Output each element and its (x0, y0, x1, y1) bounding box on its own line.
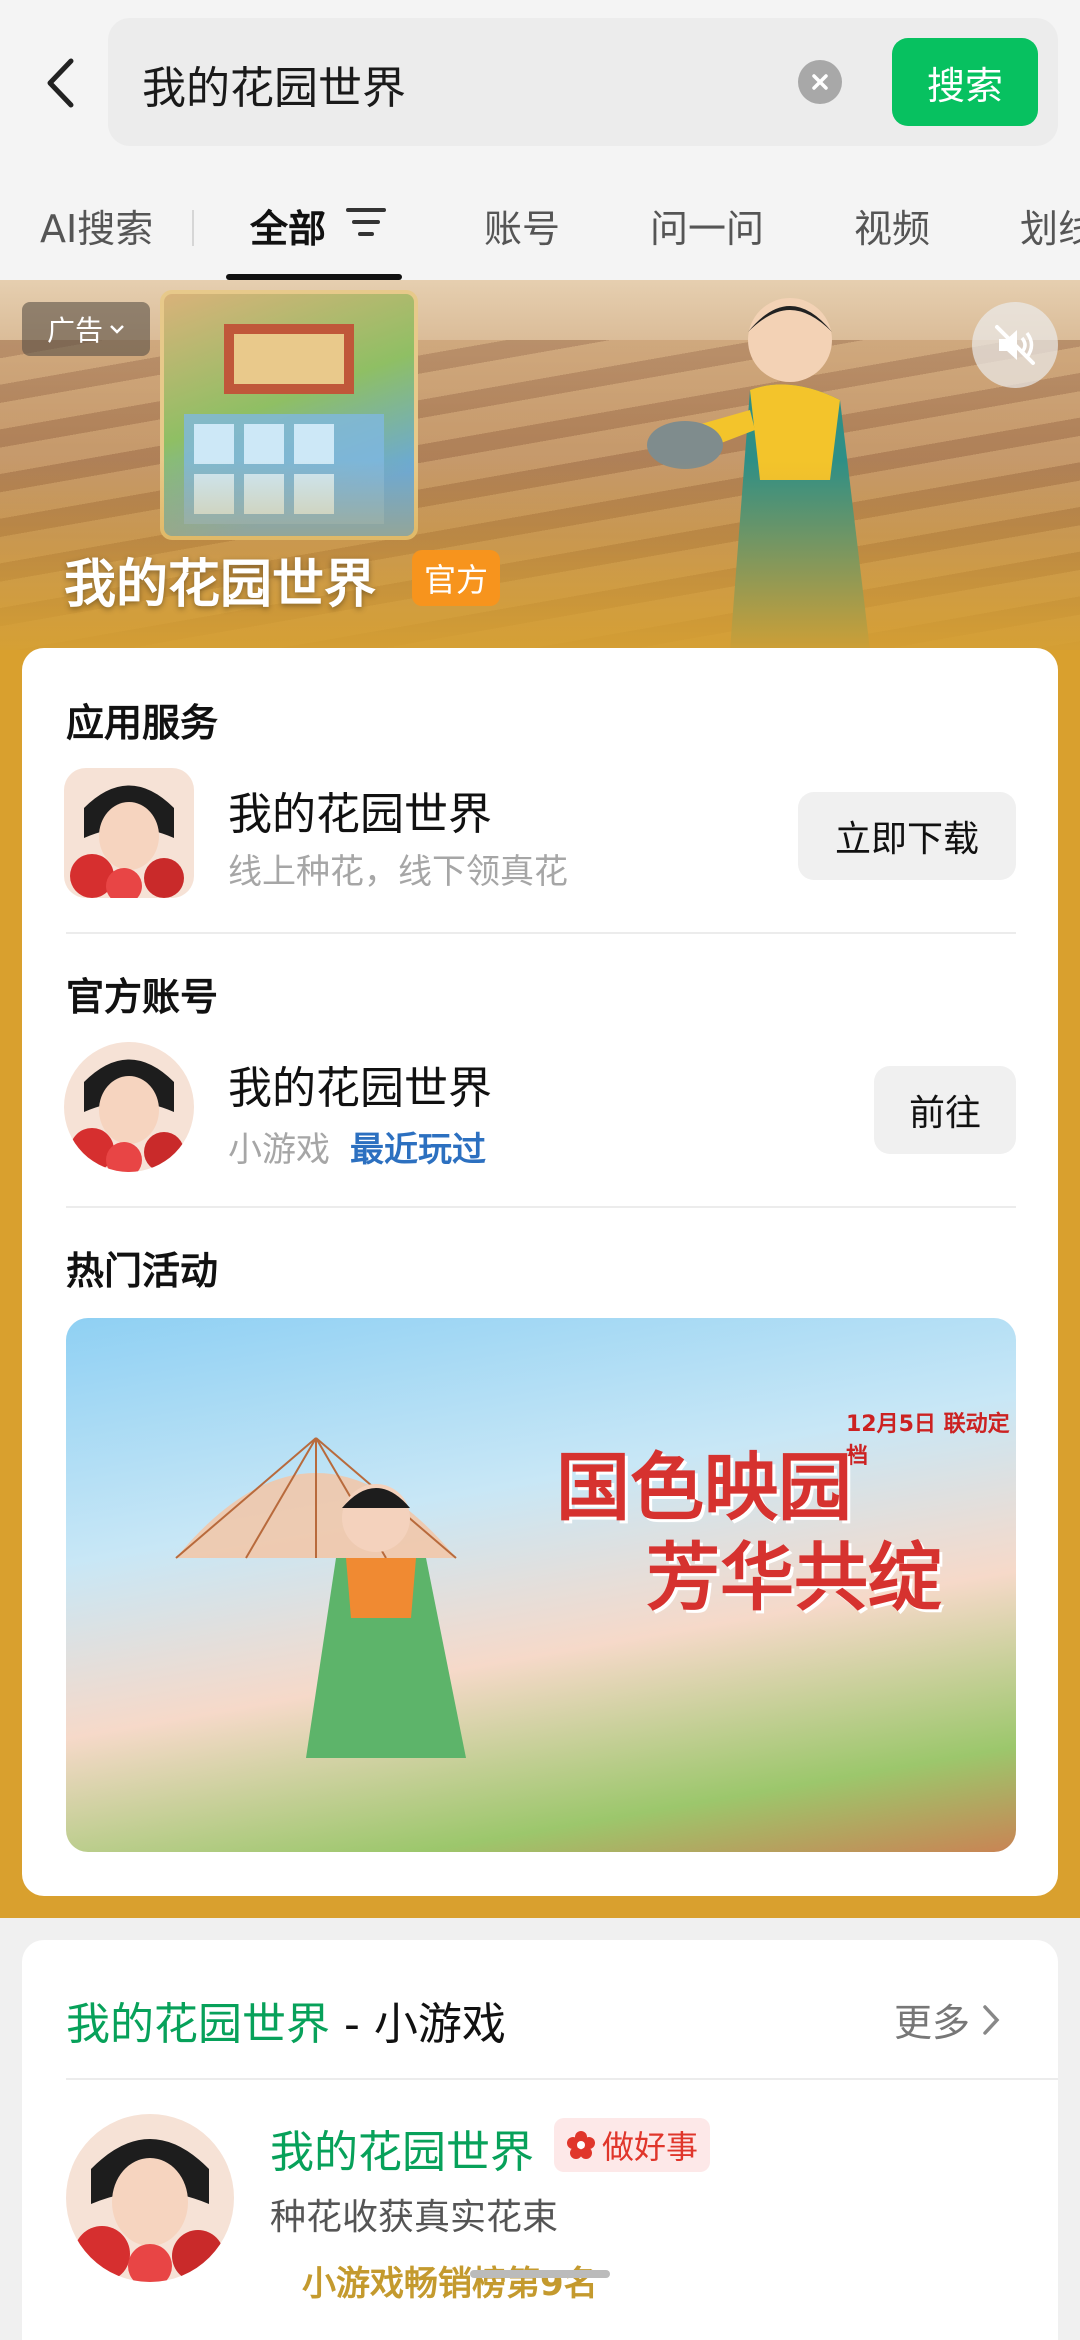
search-header: 我的花园世界 搜索 (0, 0, 1080, 160)
download-button[interactable]: 立即下载 (798, 792, 1016, 880)
tab-highlights[interactable]: 划线 (1020, 198, 1080, 253)
brand-zone-card: 应用服务 我的花园世界 线上种花，线下领真花 立即下载 官方账号 我的花园世界 … (22, 648, 1058, 1896)
tab-ai-search[interactable]: AI搜索 (40, 198, 153, 253)
mini-game-section-suffix: - 小游戏 (330, 1999, 506, 2050)
parasol-girl-image (175, 1437, 466, 1758)
go-button[interactable]: 前往 (874, 1066, 1016, 1154)
tab-accounts[interactable]: 账号 (484, 198, 560, 253)
ad-banner[interactable]: 广告 我的花园世界 官方 (0, 280, 1080, 650)
mini-game-description: 种花收获真实花束 (270, 2197, 559, 2238)
account-type: 小游戏 (228, 1130, 330, 1170)
promo-date: 12月5日 联动定档 (846, 1412, 1010, 1469)
more-label: 更多 (894, 2001, 971, 2045)
official-account-title: 官方账号 (66, 975, 219, 1019)
mini-game-section-game: 我的花园世界 (66, 1999, 330, 2050)
mini-game-name[interactable]: 我的花园世界 (270, 2116, 534, 2180)
mini-game-rank: 小游戏畅销榜第9名 (302, 2264, 598, 2304)
flower-icon (567, 2131, 595, 2159)
promo-banner[interactable]: 12月5日 联动定档 国色映园 芳华共绽 (66, 1318, 1016, 1852)
official-badge: 官方 (412, 550, 501, 606)
back-button[interactable] (38, 48, 82, 118)
divider (66, 1206, 1016, 1208)
filter-icon[interactable] (346, 204, 386, 240)
divider (66, 2078, 1058, 2080)
good-deed-label: 做好事 (602, 2128, 699, 2166)
app-service-title: 应用服务 (66, 701, 219, 745)
account-meta: 小游戏 最近玩过 (228, 1122, 486, 1171)
divider (66, 932, 1016, 934)
account-avatar[interactable] (64, 1042, 194, 1172)
recently-played-tag: 最近玩过 (350, 1130, 486, 1170)
app-name[interactable]: 我的花园世界 (228, 778, 492, 842)
mini-game-card: 我的花园世界 - 小游戏 更多 我的花园世界 做好事 种花收获真实花束 小游戏畅… (22, 1940, 1058, 2340)
more-link[interactable]: 更多 (894, 1992, 1000, 2047)
chevron-down-icon (110, 325, 124, 334)
tab-all[interactable]: 全部 (250, 198, 326, 253)
promo-title-line2: 芳华共绽 (646, 1535, 942, 1621)
search-input[interactable]: 我的花园世界 搜索 (108, 18, 1058, 146)
clear-icon[interactable] (798, 60, 842, 104)
banner-title: 我的花园世界 (64, 555, 377, 615)
chevron-right-icon (983, 2004, 1000, 2035)
search-button[interactable]: 搜索 (892, 38, 1038, 126)
speaker-muted-icon (995, 325, 1035, 365)
ad-label: 广告 (46, 314, 103, 347)
account-name[interactable]: 我的花园世界 (228, 1052, 492, 1116)
good-deed-badge: 做好事 (554, 2118, 711, 2172)
result-tabs: AI搜索 全部 账号 问一问 视频 划线 (0, 160, 1080, 280)
tab-divider (192, 210, 194, 246)
app-subtitle: 线上种花，线下领真花 (228, 852, 568, 892)
ad-label-dropdown[interactable]: 广告 (22, 302, 150, 356)
tab-ask[interactable]: 问一问 (650, 198, 764, 253)
mute-button[interactable] (972, 302, 1058, 388)
chevron-left-icon (47, 58, 74, 108)
mini-game-section-title: 我的花园世界 - 小游戏 (66, 1988, 506, 2052)
app-icon[interactable] (64, 768, 194, 898)
mini-game-icon[interactable] (66, 2114, 234, 2282)
hot-activity-title: 热门活动 (66, 1249, 219, 1293)
tab-videos[interactable]: 视频 (854, 198, 930, 253)
home-indicator[interactable] (470, 2270, 610, 2278)
search-query[interactable]: 我的花园世界 (142, 52, 406, 116)
